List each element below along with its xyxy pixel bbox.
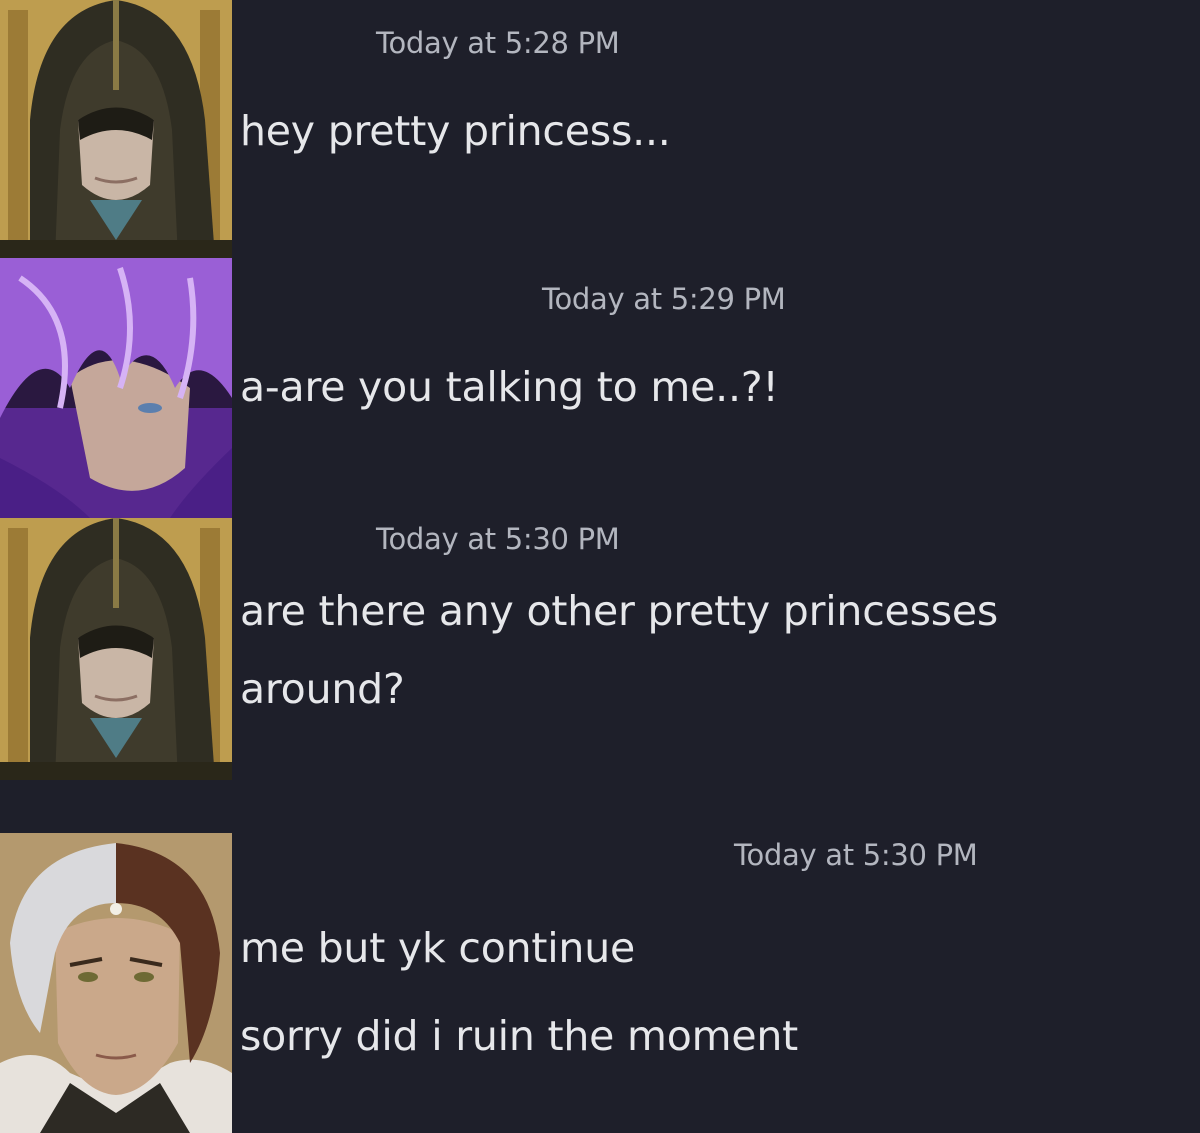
message-line: hey pretty princess... [240, 107, 671, 155]
message-content: hey pretty princess... [240, 92, 671, 170]
message-content: me but yk continue sorry did i ruin the … [240, 904, 798, 1080]
message-line: around? [240, 665, 405, 713]
message-timestamp: Today at 5:29 PM [542, 282, 786, 316]
message-line: are there any other pretty princesses [240, 587, 999, 635]
hooded-figure-avatar[interactable] [0, 0, 232, 258]
message-line: me but yk continue [240, 924, 636, 972]
message-line: sorry did i ruin the moment [240, 1012, 799, 1060]
purple-haired-man-avatar[interactable] [0, 258, 232, 518]
hooded-figure-avatar[interactable] [0, 518, 232, 780]
message-content: are there any other pretty princesses ar… [240, 572, 998, 728]
message-timestamp: Today at 5:28 PM [376, 26, 620, 60]
message-timestamp: Today at 5:30 PM [376, 522, 620, 556]
message-content: a-are you talking to me..?! [240, 348, 779, 426]
message-timestamp: Today at 5:30 PM [734, 838, 978, 872]
two-tone-haired-man-avatar[interactable] [0, 833, 232, 1133]
message-line: a-are you talking to me..?! [240, 363, 779, 411]
